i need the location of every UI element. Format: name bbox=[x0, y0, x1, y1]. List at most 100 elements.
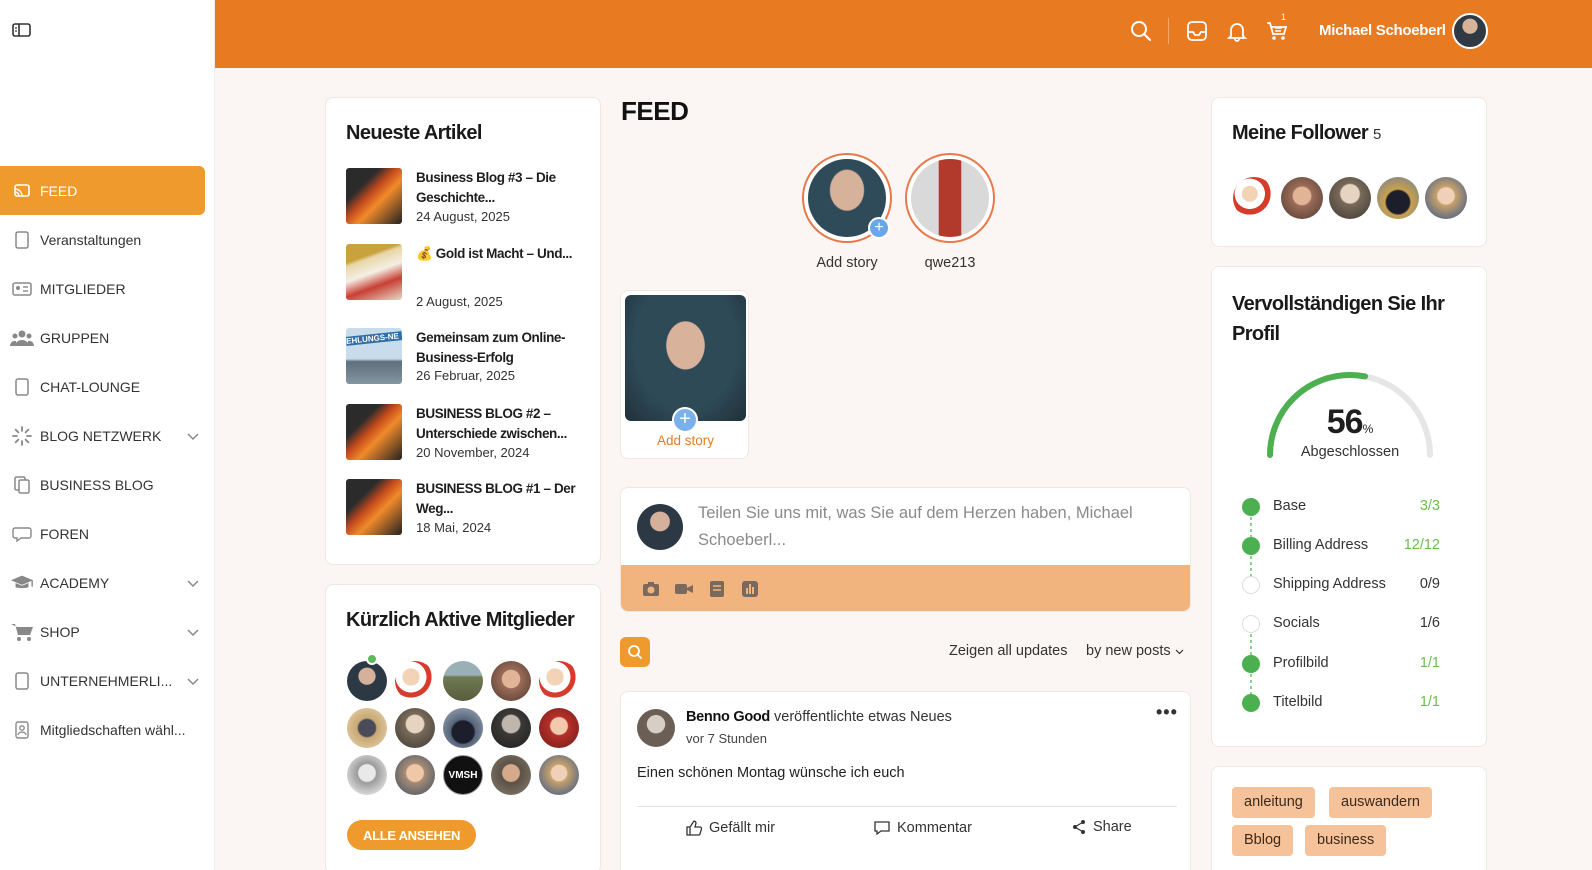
tag[interactable]: business bbox=[1305, 825, 1387, 856]
member-avatar[interactable] bbox=[347, 661, 387, 701]
video-icon[interactable] bbox=[674, 579, 694, 599]
document-icon[interactable] bbox=[707, 579, 727, 599]
article-title[interactable]: BUSINESS BLOG #1 – Der Weg... bbox=[416, 479, 586, 519]
sidebar-item-feed[interactable]: FEED bbox=[0, 166, 205, 215]
member-avatar[interactable] bbox=[347, 708, 387, 748]
follower-avatar[interactable] bbox=[1377, 177, 1419, 219]
profile-item-label[interactable]: Billing Address bbox=[1273, 537, 1368, 553]
add-story-card[interactable]: + Add story bbox=[620, 290, 749, 459]
profile-item-label[interactable]: Socials bbox=[1273, 615, 1320, 631]
bell-icon[interactable] bbox=[1226, 20, 1248, 42]
article-title-text: Gold ist Macht – Und... bbox=[435, 246, 573, 261]
member-avatar[interactable] bbox=[395, 661, 435, 701]
story-add[interactable]: + Add story bbox=[802, 153, 892, 271]
cart-icon[interactable] bbox=[1266, 20, 1288, 42]
member-avatar[interactable] bbox=[443, 661, 483, 701]
member-avatar[interactable] bbox=[539, 661, 579, 701]
sidebar-item-chat-lounge[interactable]: CHAT-LOUNGE bbox=[0, 362, 205, 411]
sidebar-item-gruppen[interactable]: GRUPPEN bbox=[0, 313, 205, 362]
tag[interactable]: auswandern bbox=[1329, 787, 1432, 818]
progress-connector bbox=[1250, 674, 1252, 695]
completion-label: Abgeschlossen bbox=[1300, 444, 1400, 460]
article-thumbnail[interactable] bbox=[346, 404, 402, 460]
post-author[interactable]: Benno Good bbox=[686, 709, 770, 725]
sidebar-item-blog-netzwerk[interactable]: BLOG NETZWERK bbox=[0, 411, 205, 460]
story-item[interactable]: qwe213 bbox=[905, 153, 995, 271]
inbox-icon[interactable] bbox=[1186, 20, 1208, 42]
sidebar-item-business-blog[interactable]: BUSINESS BLOG bbox=[0, 460, 205, 509]
comment-button[interactable]: Kommentar bbox=[873, 819, 972, 837]
profile-item-label[interactable]: Profilbild bbox=[1273, 655, 1329, 671]
check-icon bbox=[1242, 694, 1260, 712]
article-thumbnail[interactable] bbox=[346, 244, 402, 300]
follower-avatar[interactable] bbox=[1281, 177, 1323, 219]
like-button[interactable]: Gefällt mir bbox=[685, 819, 775, 837]
plus-icon[interactable]: + bbox=[868, 217, 890, 239]
avatar[interactable] bbox=[1452, 13, 1488, 49]
member-avatar[interactable] bbox=[491, 661, 531, 701]
member-avatar[interactable] bbox=[347, 755, 387, 795]
sort-dropdown[interactable]: by new posts bbox=[1086, 643, 1184, 659]
avatar[interactable] bbox=[637, 709, 675, 747]
member-avatar[interactable] bbox=[395, 708, 435, 748]
sidebar-item-veranstaltungen[interactable]: Veranstaltungen bbox=[0, 215, 205, 264]
sidebar-item-shop[interactable]: SHOP bbox=[0, 607, 205, 656]
profile-item-label[interactable]: Shipping Address bbox=[1273, 576, 1386, 592]
page-icon bbox=[10, 375, 34, 399]
article-thumbnail[interactable] bbox=[346, 168, 402, 224]
member-avatar[interactable] bbox=[395, 755, 435, 795]
profile-item-label[interactable]: Titelbild bbox=[1273, 694, 1322, 710]
main-nav: FEED Veranstaltungen MITGLIEDER GRUPPEN … bbox=[0, 166, 215, 754]
sidebar-item-academy[interactable]: ACADEMY bbox=[0, 558, 205, 607]
story-ring[interactable] bbox=[905, 153, 995, 243]
chevron-down-icon[interactable] bbox=[187, 575, 199, 591]
article-title[interactable]: Business Blog #3 – Die Geschichte... bbox=[416, 168, 586, 208]
member-avatar[interactable] bbox=[491, 708, 531, 748]
member-avatar[interactable] bbox=[443, 708, 483, 748]
widget-title: Meine Follower 5 bbox=[1232, 122, 1381, 145]
member-avatar[interactable] bbox=[539, 708, 579, 748]
sidebar-item-unternehmerlinks[interactable]: UNTERNEHMERLI... bbox=[0, 656, 205, 705]
vmsh-logo[interactable]: VMSH bbox=[443, 755, 483, 795]
follower-avatar[interactable] bbox=[1329, 177, 1371, 219]
follower-avatar[interactable] bbox=[1425, 177, 1467, 219]
article-title[interactable]: 💰 Gold ist Macht – Und... bbox=[416, 244, 586, 264]
profile-item-label[interactable]: Base bbox=[1273, 498, 1306, 514]
id-card-icon bbox=[10, 277, 34, 301]
feed-search-button[interactable] bbox=[620, 637, 650, 667]
show-updates-filter[interactable]: Zeigen all updates bbox=[949, 643, 1068, 659]
article-thumbnail[interactable]: EHLUNGS-NE bbox=[346, 328, 402, 384]
article-title[interactable]: BUSINESS BLOG #2 – Unterschiede zwischen… bbox=[416, 404, 586, 444]
follower-count: 5 bbox=[1373, 126, 1382, 143]
poll-icon[interactable] bbox=[740, 579, 760, 599]
sidebar-item-mitglieder[interactable]: MITGLIEDER bbox=[0, 264, 205, 313]
plus-icon[interactable]: + bbox=[672, 407, 698, 433]
follower-avatar[interactable] bbox=[1233, 177, 1275, 219]
widget-title-text: Meine Follower bbox=[1232, 122, 1369, 144]
add-story-label[interactable]: Add story bbox=[621, 433, 750, 448]
post-time[interactable]: vor 7 Stunden bbox=[686, 731, 767, 746]
article-thumbnail[interactable] bbox=[346, 479, 402, 535]
composer-input[interactable]: Teilen Sie uns mit, was Sie auf dem Herz… bbox=[698, 500, 1178, 554]
spinner-icon bbox=[10, 424, 34, 448]
more-options-icon[interactable]: ••• bbox=[1156, 702, 1178, 723]
sidebar-item-label: CHAT-LOUNGE bbox=[40, 378, 141, 395]
tag[interactable]: Bblog bbox=[1232, 825, 1294, 856]
users-icon bbox=[10, 326, 34, 350]
search-icon[interactable] bbox=[1130, 20, 1152, 42]
member-avatar[interactable] bbox=[539, 755, 579, 795]
sidebar-item-foren[interactable]: FOREN bbox=[0, 509, 205, 558]
view-all-members-button[interactable]: ALLE ANSEHEN bbox=[347, 820, 477, 850]
chevron-down-icon[interactable] bbox=[187, 673, 199, 689]
member-avatar[interactable] bbox=[491, 755, 531, 795]
sidebar-toggle-icon[interactable] bbox=[12, 22, 32, 38]
tag[interactable]: anleitung bbox=[1232, 787, 1315, 818]
camera-icon[interactable] bbox=[641, 579, 661, 599]
user-name[interactable]: Michael Schoeberl bbox=[1319, 22, 1446, 39]
share-button[interactable]: Share bbox=[1071, 819, 1132, 835]
article-title[interactable]: Gemeinsam zum Online-Business-Erfolg bbox=[416, 328, 586, 368]
chevron-down-icon[interactable] bbox=[187, 624, 199, 640]
sidebar-item-mitgliedschaften[interactable]: Mitgliedschaften wähl... bbox=[0, 705, 205, 754]
percent-sign: % bbox=[1362, 422, 1374, 436]
chevron-down-icon[interactable] bbox=[187, 428, 199, 444]
